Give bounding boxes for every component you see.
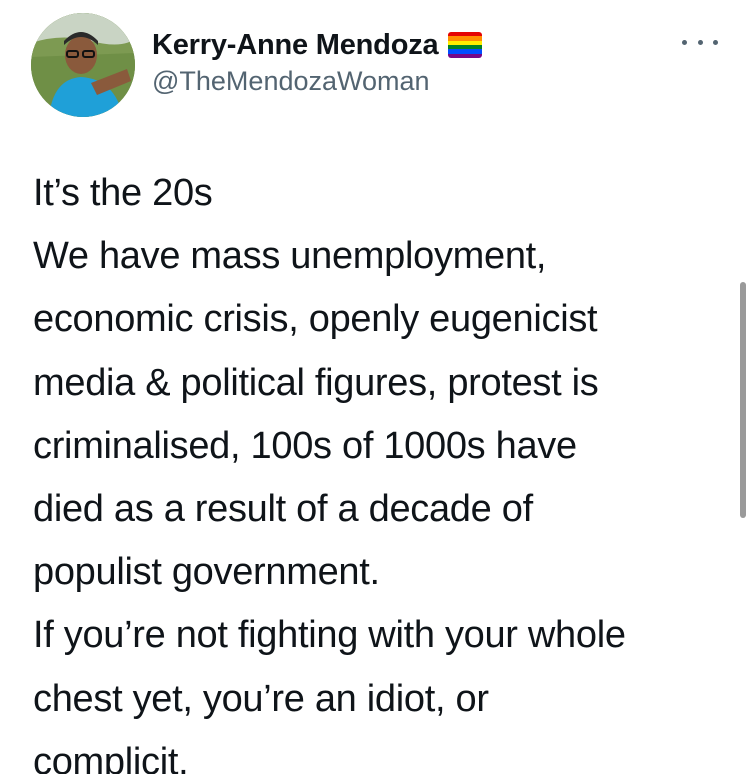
more-dots-icon — [713, 39, 718, 45]
author-name-text[interactable]: Kerry-Anne Mendoza — [152, 29, 439, 61]
scrollbar[interactable] — [740, 282, 746, 518]
tweet-text: It’s the 20s We have mass unemployment, … — [33, 162, 738, 774]
author-handle[interactable]: @TheMendozaWoman — [152, 65, 430, 97]
tweet-text-line: chest yet, you’re an idiot, or — [33, 677, 489, 720]
rainbow-flag-icon — [448, 32, 483, 58]
tweet-card: Kerry-Anne Mendoza @TheMendozaWoman It’s… — [0, 0, 750, 774]
tweet-text-line: It’s the 20s — [33, 172, 213, 214]
tweet-text-line: We have mass unemployment, — [33, 235, 547, 278]
tweet-text-line: economic crisis, openly eugenicist — [33, 298, 598, 341]
more-options-button[interactable] — [682, 30, 718, 54]
avatar-photo — [31, 13, 135, 117]
tweet-text-line: If you’re not fighting with your whole — [33, 614, 626, 657]
tweet-text-line: died as a result of a decade of — [33, 488, 533, 531]
author-name[interactable]: Kerry-Anne Mendoza — [152, 28, 483, 62]
tweet-text-line: populist government. — [33, 551, 380, 594]
avatar[interactable] — [31, 13, 135, 117]
tweet-text-line: media & political figures, protest is — [33, 361, 599, 404]
more-dots-icon — [697, 39, 703, 45]
tweet-text-line: criminalised, 100s of 1000s have — [33, 424, 577, 467]
more-dots-icon — [682, 39, 687, 45]
tweet-text-line: complicit. — [33, 740, 189, 774]
